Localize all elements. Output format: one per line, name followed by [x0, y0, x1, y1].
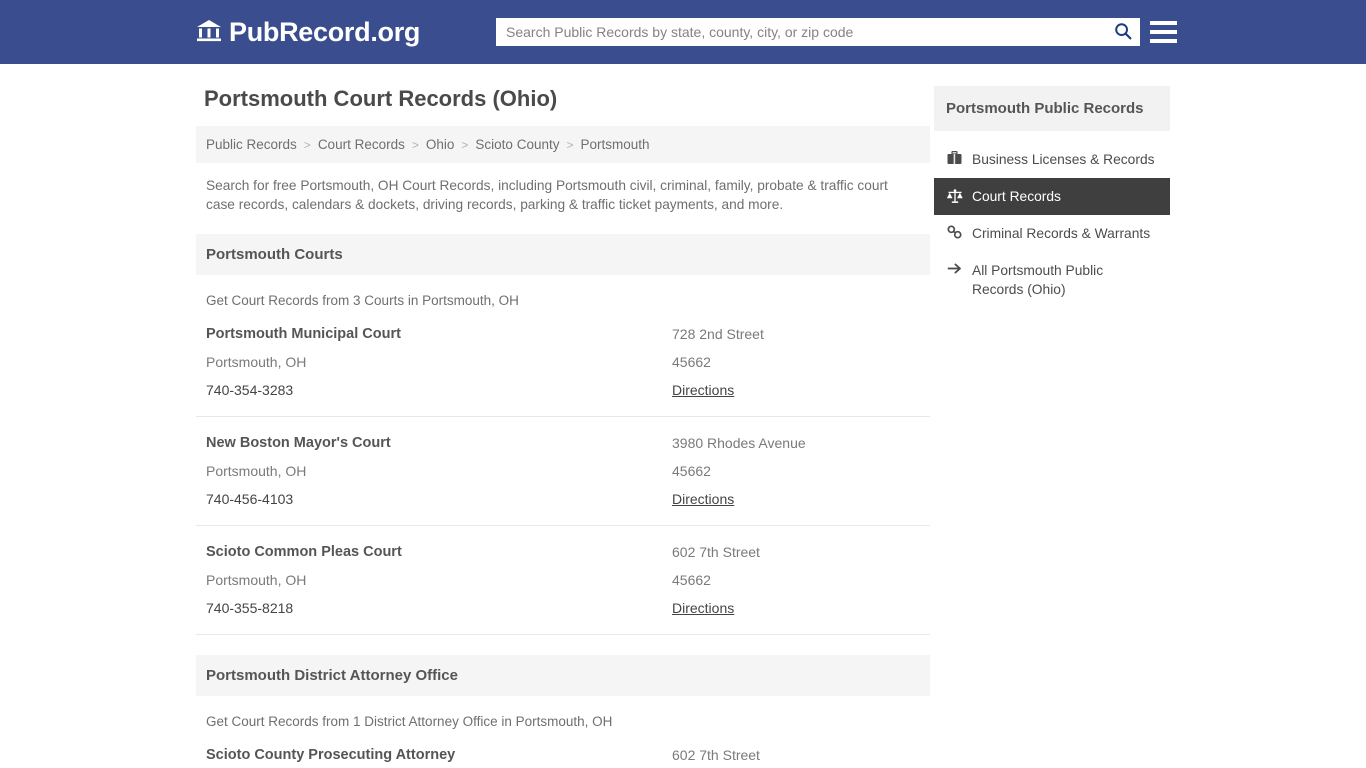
sidebar-item-criminal-records-warrants[interactable]: Criminal Records & Warrants — [934, 215, 1170, 252]
search-button[interactable] — [1106, 18, 1140, 46]
hamburger-menu-button[interactable] — [1150, 18, 1177, 46]
listing-row: Scioto Common Pleas Court Portsmouth, OH 7… — [196, 526, 930, 635]
section-heading: Portsmouth Courts — [196, 234, 930, 275]
listing-right: 602 7th Street 45662 Directions — [672, 544, 920, 618]
listing-directions-link[interactable]: Directions — [672, 382, 734, 398]
bank-building-icon — [196, 18, 222, 47]
breadcrumb-separator: > — [566, 137, 574, 152]
listing-name[interactable]: Scioto County Prosecuting Attorney — [206, 747, 672, 764]
hamburger-menu-icon-bar — [1150, 39, 1177, 43]
listing-city-state: Portsmouth, OH — [206, 463, 307, 479]
listing-phone: 740-354-3283 — [206, 382, 294, 398]
listing-left: Portsmouth Municipal Court Portsmouth, OH… — [206, 326, 672, 400]
section-subheading: Get Court Records from 1 District Attorn… — [206, 714, 613, 729]
listing-zip: 45662 — [672, 354, 711, 370]
sidebar-item-all-portsmouth-public-records-ohio[interactable]: All Portsmouth Public Records (Ohio) — [934, 252, 1170, 308]
sidebar-item-label: Criminal Records & Warrants — [972, 226, 1151, 241]
listing-street: 602 7th Street — [672, 544, 760, 560]
listing-name[interactable]: Scioto Common Pleas Court — [206, 544, 672, 561]
search-icon — [1114, 22, 1132, 43]
listing-row: Scioto County Prosecuting AttorneyPortsm… — [196, 729, 930, 768]
listing-directions-link[interactable]: Directions — [672, 491, 734, 507]
listing-name[interactable]: New Boston Mayor's Court — [206, 435, 672, 452]
breadcrumb-item-3[interactable]: Ohio — [426, 137, 455, 152]
sidebar-list: Business Licenses & Records Court Records… — [934, 141, 1170, 308]
page-intro-text: Search for free Portsmouth, OH Court Rec… — [206, 178, 888, 212]
sidebar-item-business-licenses-records[interactable]: Business Licenses & Records — [934, 141, 1170, 178]
listing-row: Portsmouth Municipal Court Portsmouth, OH… — [196, 308, 930, 417]
sidebar: Portsmouth Public Records Business Licen… — [934, 86, 1170, 308]
listing-left: New Boston Mayor's Court Portsmouth, OH 74… — [206, 435, 672, 509]
listing-city-state: Portsmouth, OH — [206, 354, 307, 370]
breadcrumb-separator: > — [461, 137, 469, 152]
page-title: Portsmouth Court Records (Ohio) — [204, 86, 558, 111]
listing-row: New Boston Mayor's Court Portsmouth, OH 74… — [196, 417, 930, 526]
sidebar-item-label: All Portsmouth Public Records (Ohio) — [972, 263, 1104, 297]
breadcrumb-separator: > — [411, 137, 419, 152]
listing-city-state: Portsmouth, OH — [206, 572, 307, 588]
sections-container: Portsmouth Courts Get Court Records from … — [196, 234, 930, 768]
site-logo-text: PubRecord.org — [229, 16, 421, 47]
breadcrumb-item-5[interactable]: Portsmouth — [580, 137, 649, 152]
breadcrumb-item-2[interactable]: Court Records — [318, 137, 405, 152]
section-heading: Portsmouth District Attorney Office — [196, 655, 930, 696]
listing-phone: 740-355-8218 — [206, 600, 294, 616]
site-header: PubRecord.org — [0, 0, 1366, 64]
main-content: Portsmouth Court Records (Ohio) Public R… — [196, 86, 930, 768]
sidebar-item-label: Court Records — [972, 189, 1061, 204]
listing-street: 728 2nd Street — [672, 326, 764, 342]
hamburger-menu-icon-bar — [1150, 30, 1177, 34]
sidebar-item-label: Business Licenses & Records — [972, 152, 1155, 167]
breadcrumb: Public Records > Court Records > Ohio > Scioto… — [196, 126, 930, 163]
site-logo[interactable]: PubRecord.org — [196, 18, 420, 47]
breadcrumb-item-4[interactable]: Scioto County — [475, 137, 559, 152]
search-bar — [496, 18, 1140, 46]
scales-of-justice-icon — [946, 189, 963, 204]
listing-street: 3980 Rhodes Avenue — [672, 435, 806, 451]
listing-right: 728 2nd Street 45662 Directions — [672, 326, 920, 400]
listing-zip: 45662 — [672, 572, 711, 588]
sidebar-heading: Portsmouth Public Records — [934, 86, 1170, 131]
listing-zip: 45662 — [672, 463, 711, 479]
arrow-right-icon — [946, 261, 963, 275]
page-body: Portsmouth Court Records (Ohio) Public R… — [0, 64, 1366, 768]
listing-right: 3980 Rhodes Avenue 45662 Directions — [672, 435, 920, 509]
breadcrumb-item-1[interactable]: Public Records — [206, 137, 297, 152]
briefcase-icon — [946, 150, 963, 165]
sidebar-item-court-records[interactable]: Court Records — [934, 178, 1170, 215]
listing-directions-link[interactable]: Directions — [672, 600, 734, 616]
listing-name[interactable]: Portsmouth Municipal Court — [206, 326, 672, 343]
search-input[interactable] — [496, 19, 1106, 45]
listing-left: Scioto Common Pleas Court Portsmouth, OH 7… — [206, 544, 672, 618]
hamburger-menu-icon — [1150, 21, 1177, 25]
listing-phone: 740-456-4103 — [206, 491, 294, 507]
listing-right: 602 7th Street45662Directions — [672, 747, 920, 768]
listing-left: Scioto County Prosecuting AttorneyPortsm… — [206, 747, 672, 768]
listing-street: 602 7th Street — [672, 747, 760, 763]
breadcrumb-separator: > — [303, 137, 311, 152]
handcuffs-icon — [946, 224, 963, 239]
section-subheading: Get Court Records from 3 Courts in Ports… — [206, 293, 519, 308]
